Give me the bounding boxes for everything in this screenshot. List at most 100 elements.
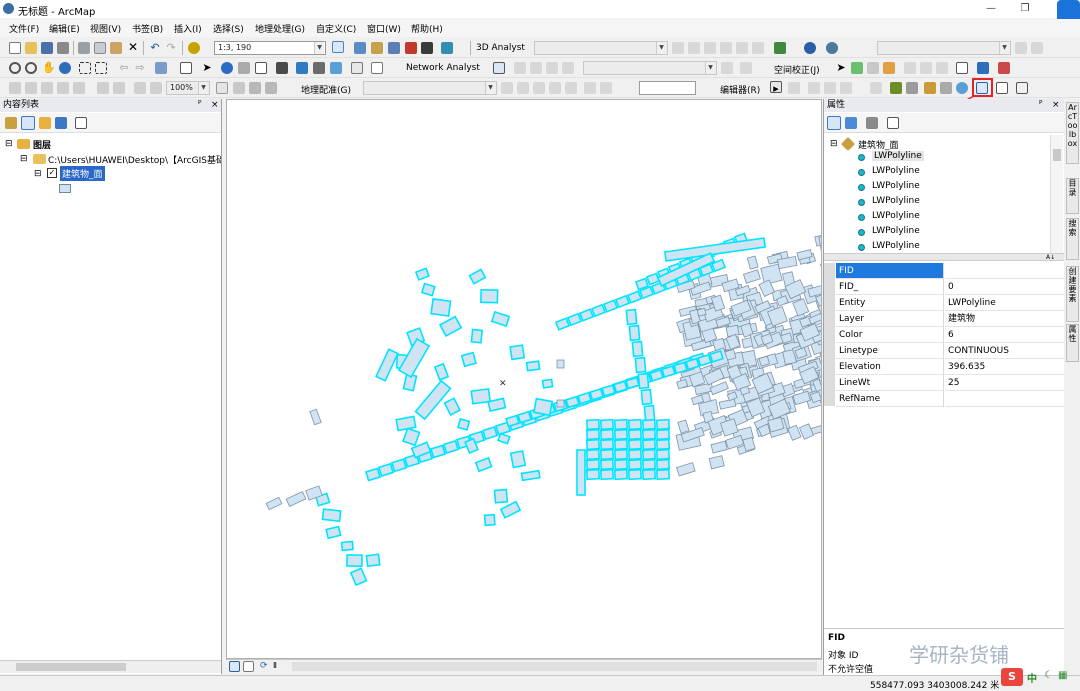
multiple-link-icon[interactable] bbox=[883, 62, 895, 74]
layout-tool-icon[interactable] bbox=[977, 62, 989, 74]
selected-building-polygon[interactable] bbox=[640, 388, 653, 406]
delete-icon[interactable]: ✕ bbox=[127, 41, 139, 53]
profile-graph-icon[interactable] bbox=[774, 42, 786, 54]
collapse-icon[interactable]: ⊟ bbox=[830, 139, 838, 149]
selected-building-polygon[interactable] bbox=[443, 397, 462, 416]
menu-file[interactable]: 文件(F) bbox=[9, 22, 39, 35]
selected-building-polygon[interactable] bbox=[414, 267, 430, 281]
layout-view-icon[interactable] bbox=[243, 661, 254, 672]
options-icon[interactable] bbox=[887, 117, 899, 129]
selected-building-polygon[interactable] bbox=[520, 469, 541, 482]
menu-view[interactable]: 视图(V) bbox=[90, 22, 121, 35]
selected-building-polygon[interactable] bbox=[645, 272, 661, 286]
building-polygon[interactable] bbox=[285, 491, 307, 507]
modelbuilder-icon[interactable] bbox=[441, 42, 453, 54]
editor-toolbar-icon[interactable] bbox=[332, 41, 344, 53]
disabled-tool-icon[interactable] bbox=[808, 82, 820, 94]
arctoolbox-tab[interactable]: ArcToolbox bbox=[1066, 102, 1079, 164]
layout-zoom-icon[interactable] bbox=[9, 82, 21, 94]
3d-tool-icon[interactable] bbox=[720, 42, 732, 54]
feature-list-item[interactable]: LWPolyline bbox=[872, 241, 920, 251]
selected-building-polygon[interactable] bbox=[433, 362, 450, 381]
editor-label[interactable]: 编辑器(R) bbox=[720, 83, 760, 96]
selected-building-polygon[interactable] bbox=[655, 448, 671, 461]
save-icon[interactable] bbox=[41, 42, 53, 54]
disabled-tool-icon[interactable] bbox=[904, 62, 916, 74]
field-name[interactable]: FID bbox=[836, 263, 944, 279]
select-elements-icon[interactable]: ➤ bbox=[835, 61, 847, 74]
selected-building-polygon[interactable] bbox=[655, 428, 671, 441]
fixed-zoom-in-icon[interactable] bbox=[79, 62, 91, 74]
selected-building-polygon[interactable] bbox=[346, 554, 363, 567]
building-polygon[interactable] bbox=[696, 307, 707, 317]
selected-building-polygon[interactable] bbox=[613, 418, 629, 431]
selected-building-polygon[interactable] bbox=[641, 438, 657, 451]
create-features-icon[interactable] bbox=[996, 82, 1008, 94]
selected-building-polygon[interactable] bbox=[509, 450, 527, 469]
selected-building-polygon[interactable] bbox=[655, 458, 671, 471]
layout-zoom-icon[interactable] bbox=[25, 82, 37, 94]
3d-layer-combo[interactable]: ▼ bbox=[534, 41, 668, 55]
layout-tool-icon[interactable] bbox=[113, 82, 125, 94]
field-name[interactable]: Linetype bbox=[836, 343, 944, 359]
expand-icon[interactable]: ⊟ bbox=[20, 154, 28, 164]
selected-building-polygon[interactable] bbox=[390, 458, 408, 473]
3d-analyst-label[interactable]: 3D Analyst bbox=[476, 43, 525, 53]
catalog-window-icon[interactable] bbox=[371, 42, 383, 54]
building-polygon[interactable] bbox=[309, 408, 322, 426]
selected-building-polygon[interactable] bbox=[576, 449, 586, 496]
disabled-tool-icon[interactable] bbox=[721, 62, 733, 74]
selected-building-polygon[interactable] bbox=[480, 288, 499, 304]
georef-layer-combo[interactable]: ▼ bbox=[363, 81, 497, 95]
list-by-selection-icon[interactable] bbox=[55, 117, 67, 129]
building-polygon[interactable] bbox=[708, 455, 725, 470]
find-icon[interactable] bbox=[276, 62, 288, 74]
selected-building-polygon[interactable] bbox=[641, 428, 657, 441]
ime-tool-icon[interactable]: ▦ bbox=[1058, 670, 1067, 681]
selected-building-polygon[interactable] bbox=[468, 268, 487, 285]
network-window-icon[interactable] bbox=[493, 62, 505, 74]
arcglobe-icon[interactable] bbox=[804, 42, 816, 54]
selected-building-polygon[interactable] bbox=[430, 298, 452, 317]
restore-button[interactable]: ❐ bbox=[1018, 2, 1032, 15]
building-polygon[interactable] bbox=[677, 419, 690, 434]
python-window-icon[interactable] bbox=[421, 42, 433, 54]
disabled-tool-icon[interactable] bbox=[514, 62, 526, 74]
selected-building-polygon[interactable] bbox=[613, 458, 629, 471]
disabled-tool-icon[interactable] bbox=[549, 82, 561, 94]
open-folder-icon[interactable] bbox=[25, 42, 37, 54]
selected-building-polygon[interactable] bbox=[599, 428, 615, 441]
create-viewer-icon[interactable] bbox=[371, 62, 383, 74]
disabled-tool-icon[interactable] bbox=[788, 82, 800, 94]
add-data-icon[interactable] bbox=[188, 42, 200, 54]
fixed-zoom-out-icon[interactable] bbox=[95, 62, 107, 74]
layer-visibility-checkbox[interactable]: ✓ bbox=[47, 168, 57, 178]
selected-building-polygon[interactable] bbox=[490, 310, 511, 327]
selected-building-polygon[interactable] bbox=[627, 448, 643, 461]
menu-geoprocessing[interactable]: 地理处理(G) bbox=[255, 22, 305, 35]
selected-building-polygon[interactable] bbox=[599, 468, 615, 481]
building-polygon[interactable] bbox=[556, 399, 565, 408]
disabled-tool-icon[interactable] bbox=[546, 62, 558, 74]
field-value[interactable]: CONTINUOUS bbox=[945, 343, 1064, 359]
selected-building-polygon[interactable] bbox=[585, 418, 601, 431]
selected-building-polygon[interactable] bbox=[375, 348, 399, 382]
3d-tool-icon[interactable] bbox=[688, 42, 700, 54]
selected-building-polygon[interactable] bbox=[474, 456, 493, 473]
disabled-tool-icon[interactable] bbox=[936, 62, 948, 74]
layout-full-icon[interactable] bbox=[57, 82, 69, 94]
full-extent-icon[interactable] bbox=[59, 62, 71, 74]
disabled-tool-icon[interactable] bbox=[501, 82, 513, 94]
selected-building-polygon[interactable] bbox=[599, 438, 615, 451]
selected-building-polygon[interactable] bbox=[627, 428, 643, 441]
selected-building-polygon[interactable] bbox=[613, 448, 629, 461]
cut-icon[interactable] bbox=[78, 42, 90, 54]
layout-tool-icon[interactable] bbox=[998, 62, 1010, 74]
disabled-tool-icon[interactable] bbox=[530, 62, 542, 74]
field-name[interactable]: Layer bbox=[836, 311, 944, 327]
field-value[interactable] bbox=[945, 263, 1064, 279]
3d-tool-icon[interactable] bbox=[672, 42, 684, 54]
layer-selector-icon[interactable] bbox=[866, 117, 878, 129]
toggle-draft-icon[interactable] bbox=[216, 82, 228, 94]
network-analyst-label[interactable]: Network Analyst bbox=[406, 63, 480, 73]
